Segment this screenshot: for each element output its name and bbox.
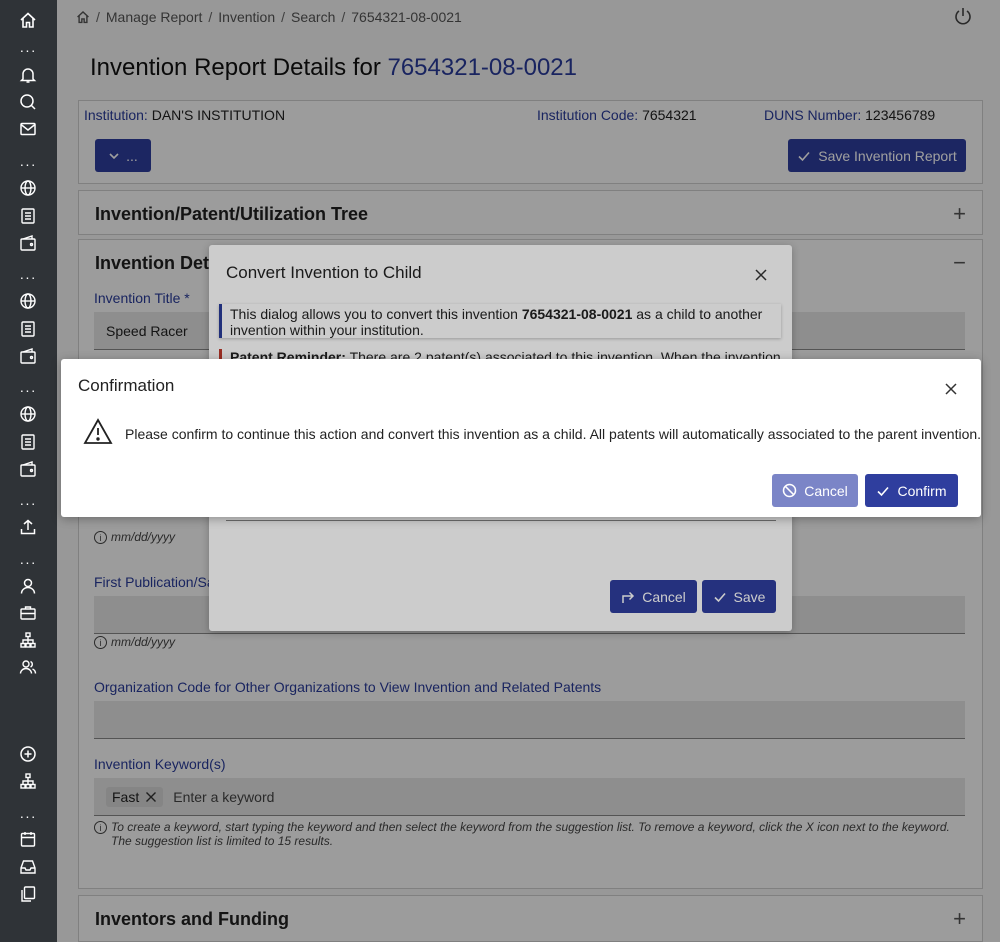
document-icon[interactable] <box>18 432 38 452</box>
left-nav-rail: ··· ··· ··· ··· ··· ··· ··· <box>0 0 57 942</box>
confirmation-message: Please confirm to continue this action a… <box>125 426 982 442</box>
globe-icon[interactable] <box>18 178 38 198</box>
rail-more-dots[interactable]: ··· <box>18 383 38 397</box>
confirm-label: Confirm <box>897 482 947 499</box>
wallet-icon[interactable] <box>18 346 38 366</box>
confirmation-cancel-button[interactable]: Cancel <box>772 474 858 507</box>
wallet-icon[interactable] <box>18 459 38 479</box>
add-circle-icon[interactable] <box>18 744 38 764</box>
rail-more-dots[interactable]: ··· <box>18 270 38 284</box>
inbox-icon[interactable] <box>18 857 38 877</box>
warning-icon <box>83 418 113 445</box>
org-chart-icon[interactable] <box>18 771 38 791</box>
upload-icon[interactable] <box>18 517 38 537</box>
calendar-icon[interactable] <box>18 829 38 849</box>
confirmation-dialog: Confirmation Please confirm to continue … <box>61 359 981 517</box>
rail-more-dots[interactable]: ··· <box>18 555 38 569</box>
confirm-button[interactable]: Confirm <box>865 474 958 507</box>
users-icon[interactable] <box>18 657 38 677</box>
ban-icon <box>782 483 797 498</box>
wallet-icon[interactable] <box>18 233 38 253</box>
confirmation-cancel-label: Cancel <box>804 482 848 499</box>
rail-more-dots[interactable]: ··· <box>18 43 38 57</box>
close-icon[interactable] <box>943 381 959 397</box>
copy-icon[interactable] <box>18 884 38 904</box>
document-icon[interactable] <box>18 206 38 226</box>
org-chart-icon[interactable] <box>18 630 38 650</box>
globe-icon[interactable] <box>18 404 38 424</box>
mail-icon[interactable] <box>18 119 38 139</box>
chat-search-icon[interactable] <box>18 92 38 112</box>
home-icon[interactable] <box>18 10 38 30</box>
bell-icon[interactable] <box>18 65 38 85</box>
briefcase-icon[interactable] <box>18 603 38 623</box>
globe-icon[interactable] <box>18 291 38 311</box>
check-icon <box>876 484 890 498</box>
rail-more-dots[interactable]: ··· <box>18 157 38 171</box>
user-icon[interactable] <box>18 576 38 596</box>
document-icon[interactable] <box>18 319 38 339</box>
rail-more-dots[interactable]: ··· <box>18 809 38 823</box>
confirmation-title: Confirmation <box>78 376 175 395</box>
rail-more-dots[interactable]: ··· <box>18 496 38 510</box>
